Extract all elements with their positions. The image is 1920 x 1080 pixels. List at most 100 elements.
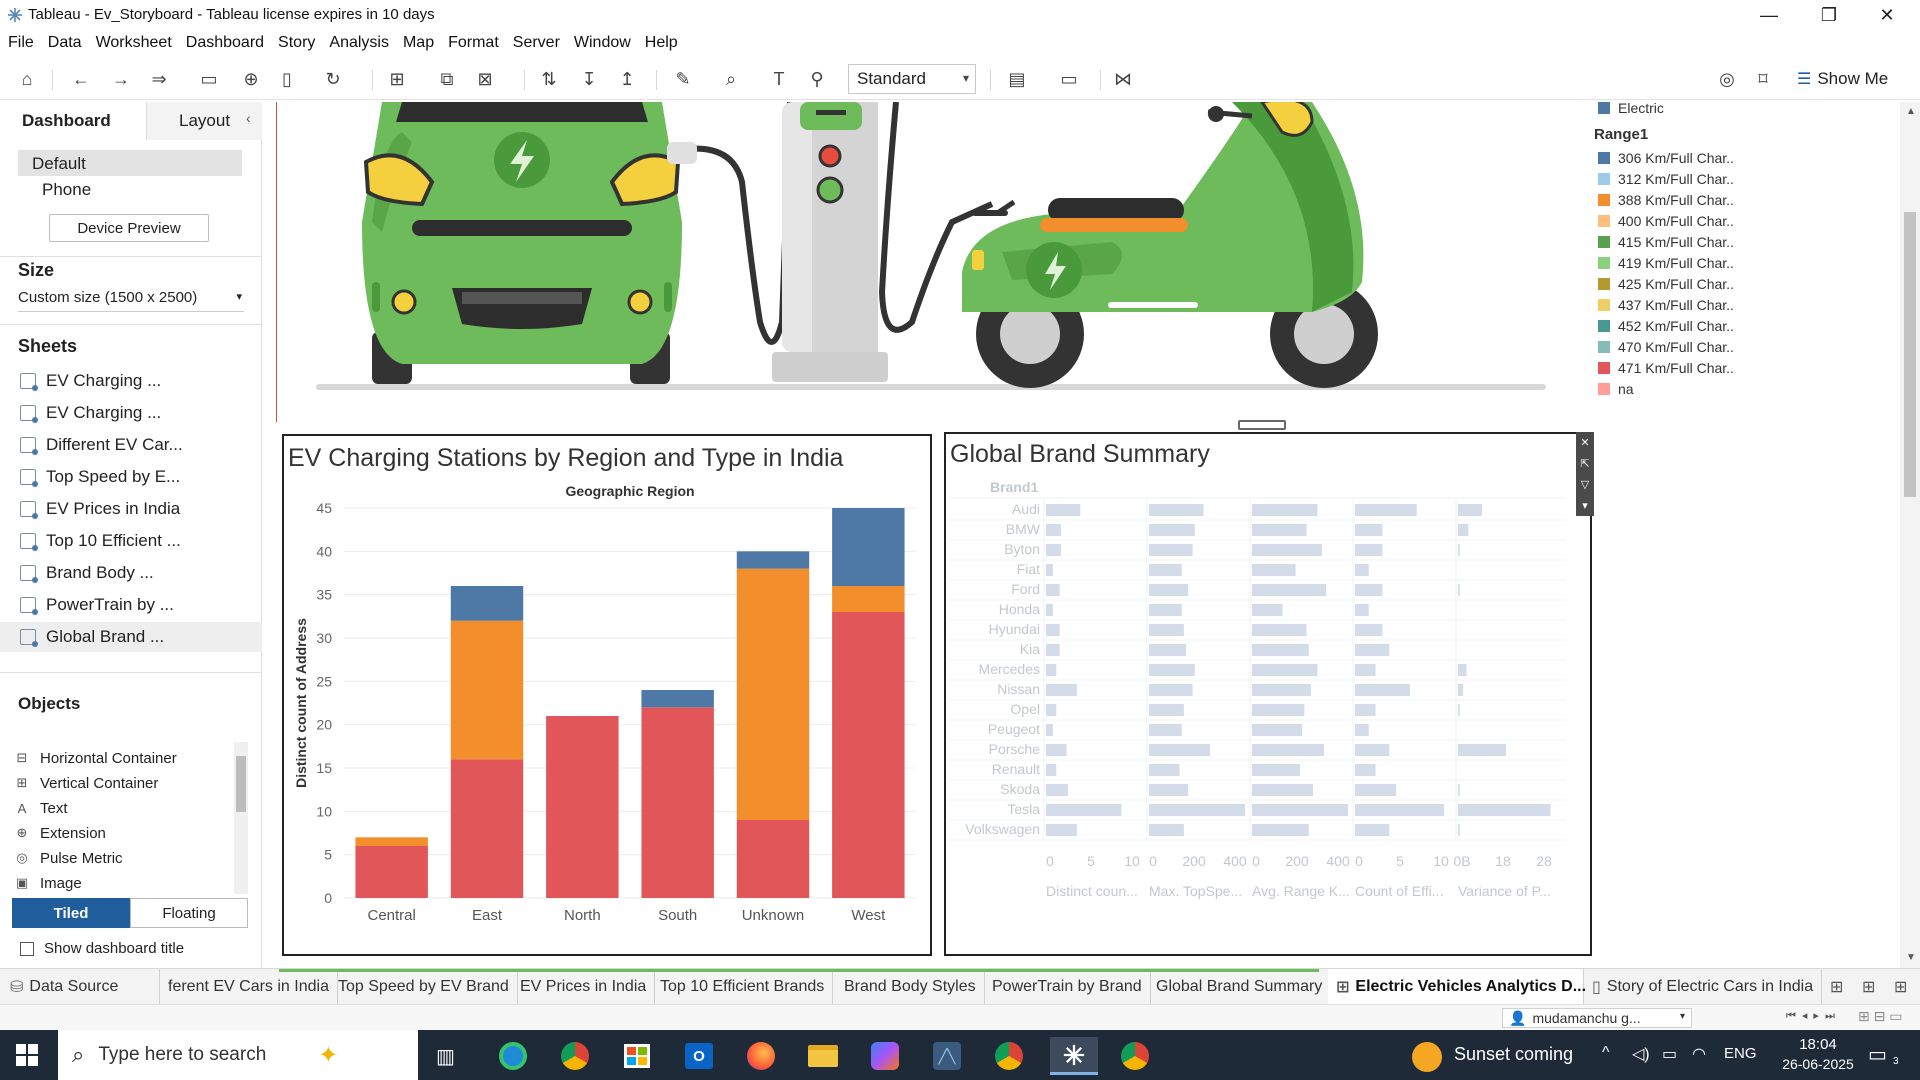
sheet-tab-active[interactable]: ⊞ Electric Vehicles Analytics D... — [1328, 969, 1586, 1005]
swap-icon[interactable]: ⇅ — [538, 68, 560, 90]
group-icon[interactable]: ⌕ — [720, 68, 742, 90]
sheet-item[interactable]: EV Charging ... — [0, 366, 262, 396]
brand-bar[interactable] — [1149, 644, 1187, 656]
sheet-item[interactable]: Global Brand ... — [0, 622, 262, 652]
brand-bar[interactable] — [1149, 744, 1211, 756]
brand-bar[interactable] — [1355, 524, 1383, 536]
bar-segment[interactable] — [355, 837, 428, 846]
brand-bar[interactable] — [1252, 664, 1318, 676]
bar-segment[interactable] — [832, 612, 905, 898]
brand-bar[interactable] — [1355, 684, 1410, 696]
bar-segment[interactable] — [546, 716, 619, 898]
brand-bar[interactable] — [1046, 564, 1053, 576]
resize-handle[interactable] — [1238, 420, 1286, 430]
brand-bar[interactable] — [1458, 744, 1506, 756]
bar-segment[interactable] — [450, 586, 524, 621]
brand-bar[interactable] — [1252, 544, 1322, 556]
tab-dashboard[interactable]: Dashboard — [0, 102, 146, 140]
brand-bar[interactable] — [1149, 664, 1195, 676]
firefox-icon[interactable] — [742, 1037, 780, 1075]
brand-bar[interactable] — [1046, 744, 1067, 756]
pause-updates-icon[interactable]: ▯ — [276, 68, 298, 90]
brand-bar[interactable] — [1252, 564, 1296, 576]
scroll-thumb[interactable] — [1904, 212, 1916, 497]
brand-bar[interactable] — [1252, 704, 1305, 716]
sheet-item[interactable]: EV Prices in India — [0, 494, 262, 524]
tab-layout[interactable]: Layout — [146, 102, 262, 140]
new-worksheet-icon[interactable]: ⊞ — [1830, 977, 1843, 997]
brand-bar[interactable] — [1252, 584, 1327, 596]
duplicate-sheet-icon[interactable]: ⧉ — [436, 68, 458, 90]
close-window-button[interactable]: ✕ — [1858, 0, 1916, 30]
brand-bar[interactable] — [1458, 584, 1460, 596]
sheet-item[interactable]: PowerTrain by ... — [0, 590, 262, 620]
new-dashboard-icon[interactable]: ⊞ — [1862, 977, 1875, 997]
sheet-tab[interactable]: EV Prices in India — [512, 969, 656, 1005]
sheet-item[interactable]: EV Charging ... — [0, 398, 262, 428]
brand-bar[interactable] — [1046, 604, 1053, 616]
brand-bar[interactable] — [1252, 524, 1307, 536]
device-preview-button[interactable]: Device Preview — [49, 214, 209, 242]
remove-zone-icon[interactable]: ✕ — [1580, 436, 1589, 449]
brand-bar[interactable] — [1046, 624, 1060, 636]
legend-item[interactable]: 452 Km/Full Char.. — [1598, 316, 1734, 336]
sort-ascending-icon[interactable]: ↧ — [578, 68, 600, 90]
brand-bar[interactable] — [1252, 624, 1307, 636]
menu-file[interactable]: File — [8, 34, 34, 52]
brand-bar[interactable] — [1046, 684, 1077, 696]
legend-item-partial[interactable]: Electric — [1598, 98, 1664, 118]
show-cards-icon[interactable]: ▤ — [1006, 68, 1028, 90]
clock-time[interactable]: 18:04 — [1788, 1036, 1848, 1053]
file-explorer-icon[interactable] — [804, 1037, 842, 1075]
sheet-tab[interactable]: PowerTrain by Brand — [984, 969, 1151, 1005]
clock-date[interactable]: 26-06-2025 — [1770, 1056, 1866, 1072]
brand-bar[interactable] — [1355, 624, 1383, 636]
minimize-button[interactable]: — — [1740, 0, 1798, 30]
bar-segment[interactable] — [450, 620, 524, 760]
brand-bar[interactable] — [1149, 704, 1184, 716]
bar-segment[interactable] — [736, 551, 810, 569]
brand-bar[interactable] — [1046, 724, 1053, 736]
sheet-tab[interactable]: Brand Body Styles — [836, 969, 985, 1005]
legend-item[interactable]: 425 Km/Full Char.. — [1598, 274, 1734, 294]
sheet-item[interactable]: Top Speed by E... — [0, 462, 262, 492]
brand-bar[interactable] — [1149, 524, 1195, 536]
notification-icon[interactable]: ▭ — [1868, 1042, 1887, 1067]
sheet-tab[interactable]: ▯ Story of Electric Cars in India — [1584, 969, 1823, 1005]
menu-data[interactable]: Data — [48, 34, 82, 52]
brand-bar[interactable] — [1252, 744, 1324, 756]
scroll-up-icon[interactable]: ▲ — [1906, 106, 1916, 117]
new-story-icon[interactable]: ⊞ — [1894, 977, 1907, 997]
view-toggle-icon[interactable]: ⊞ ⊟ ▭ — [1858, 1008, 1902, 1025]
outlook-icon[interactable]: O — [680, 1037, 718, 1075]
object-vertical-container[interactable]: ⊞ Vertical Container — [14, 771, 159, 795]
new-sheet-icon[interactable]: ⊞ — [386, 68, 408, 90]
menu-map[interactable]: Map — [403, 34, 434, 52]
brand-bar[interactable] — [1252, 504, 1318, 516]
battery-icon[interactable]: ▭ — [1662, 1044, 1677, 1064]
restore-button[interactable]: ❐ — [1800, 0, 1858, 30]
brand-bar[interactable] — [1355, 604, 1369, 616]
menu-window[interactable]: Window — [574, 34, 631, 52]
labels-icon[interactable]: T — [768, 68, 790, 90]
legend-item[interactable]: 312 Km/Full Char.. — [1598, 169, 1734, 189]
presentation-icon[interactable]: ▭ — [1058, 68, 1080, 90]
legend-item[interactable]: 388 Km/Full Char.. — [1598, 190, 1734, 210]
legend-item[interactable]: 415 Km/Full Char.. — [1598, 232, 1734, 252]
taskbar-search[interactable]: ⌕ Type here to search ✦ — [58, 1030, 418, 1080]
chrome-icon[interactable] — [556, 1037, 594, 1075]
legend-item[interactable]: 306 Km/Full Char.. — [1598, 148, 1734, 168]
weather-label[interactable]: Sunset coming — [1454, 1044, 1573, 1065]
brand-bar[interactable] — [1355, 764, 1376, 776]
legend-item[interactable]: 437 Km/Full Char.. — [1598, 295, 1734, 315]
brand-bar[interactable] — [1046, 524, 1062, 536]
new-datasource-icon[interactable]: ⊕ — [240, 68, 262, 90]
object-extension[interactable]: ⊕ Extension — [14, 821, 106, 845]
wifi-icon[interactable]: ◠ — [1692, 1044, 1706, 1064]
home-icon[interactable]: ⌂ — [16, 68, 38, 90]
brand-bar[interactable] — [1149, 504, 1204, 516]
sheet-item[interactable]: Different EV Car... — [0, 430, 262, 460]
filter-icon[interactable]: ▽ — [1581, 478, 1589, 491]
menu-analysis[interactable]: Analysis — [329, 34, 389, 52]
brand-bar[interactable] — [1458, 824, 1460, 836]
